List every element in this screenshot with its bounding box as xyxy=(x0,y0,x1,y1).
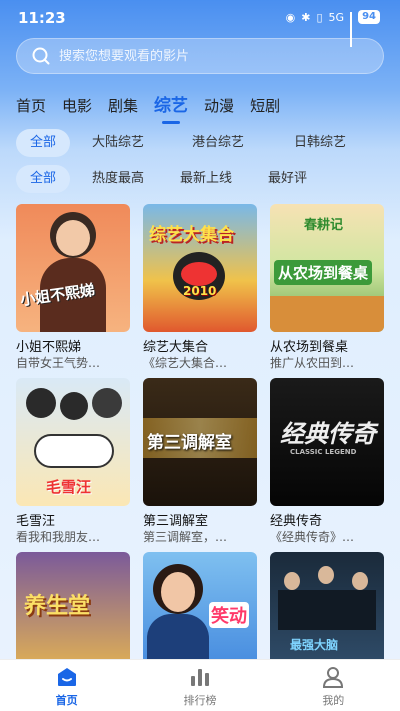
filter-region-mainland[interactable]: 大陆综艺 xyxy=(78,129,158,157)
poster-subtitle: 春耕记 xyxy=(304,218,344,233)
show-title: 综艺大集合 xyxy=(143,340,209,354)
home-icon xyxy=(57,668,76,686)
poster-subtitle: 2010 xyxy=(183,284,217,298)
nav-profile-label: 我的 xyxy=(322,694,345,707)
show-title: 小姐不熙娣 xyxy=(16,340,82,354)
filter-sort-hottest[interactable]: 热度最高 xyxy=(78,165,158,193)
show-card[interactable]: 最强大脑 xyxy=(270,552,384,659)
status-bar: 11:23 ◉ ✱ ▯ 5G 94 xyxy=(0,0,400,47)
filter-region-jp-kr[interactable]: 日韩综艺 xyxy=(280,129,360,157)
filter-sort-newest[interactable]: 最新上线 xyxy=(166,165,246,193)
profile-icon xyxy=(323,667,344,688)
search-bar[interactable] xyxy=(16,38,384,74)
tab-short-drama[interactable]: 短剧 xyxy=(250,94,280,118)
show-poster: 最强大脑 xyxy=(270,552,384,659)
poster-title: 第三调解室 xyxy=(147,433,232,453)
show-card[interactable]: 第三调解室 第三调解室 第三调解室，… xyxy=(143,378,257,545)
poster-subtitle: CLASSIC LEGEND xyxy=(290,448,357,456)
poster-title: 经典传奇 xyxy=(280,420,376,448)
filter-region-all[interactable]: 全部 xyxy=(16,129,71,157)
status-time: 11:23 xyxy=(18,9,66,27)
show-card[interactable]: 春耕记 从农场到餐桌 从农场到餐桌 推广从农田到… xyxy=(270,204,384,371)
search-icon xyxy=(32,47,50,65)
network-type: 5G xyxy=(328,10,345,24)
filter-sort-all[interactable]: 全部 xyxy=(16,165,71,193)
poster-title: 最强大脑 xyxy=(290,638,339,652)
show-card[interactable]: 笑动 xyxy=(143,552,257,659)
vibrate-icon: ▯ xyxy=(316,10,323,24)
poster-title: 综艺大集合 xyxy=(149,225,234,245)
signal-icon xyxy=(350,11,353,47)
tab-home[interactable]: 首页 xyxy=(16,94,46,118)
show-poster: 养生堂 xyxy=(16,552,130,659)
tab-movies[interactable]: 电影 xyxy=(62,94,92,118)
tab-variety[interactable]: 综艺 xyxy=(154,94,188,124)
nav-home-label: 首页 xyxy=(55,694,78,707)
show-desc: 自带女王气势… xyxy=(16,356,101,370)
show-card[interactable]: 养生堂 xyxy=(16,552,130,659)
show-title: 从农场到餐桌 xyxy=(270,340,349,354)
show-title: 毛雪汪 xyxy=(16,514,56,528)
battery-icon: 94 xyxy=(358,10,380,24)
sort-filter-row: 全部 热度最高 最新上线 最好评 xyxy=(16,165,386,193)
filter-sort-best-rated[interactable]: 最好评 xyxy=(254,165,321,193)
show-card[interactable]: 经典传奇 CLASSIC LEGEND 经典传奇 《经典传奇》… xyxy=(270,378,384,545)
show-desc: 看我和我朋友… xyxy=(16,530,101,544)
status-icons: ◉ ✱ ▯ 5G 94 xyxy=(285,10,380,47)
nav-profile[interactable]: 我的 xyxy=(267,660,400,711)
show-title: 经典传奇 xyxy=(270,514,323,528)
show-poster: 毛雪汪 xyxy=(16,378,130,506)
show-card[interactable]: 综艺大集合 2010 综艺大集合 《综艺大集合… xyxy=(143,204,257,371)
bottom-nav: 首页 排行榜 我的 xyxy=(0,659,400,711)
show-desc: 《经典传奇》… xyxy=(270,530,355,544)
filter-region-hk-tw[interactable]: 港台综艺 xyxy=(178,129,258,157)
nav-ranking-label: 排行榜 xyxy=(183,694,217,707)
show-poster: 笑动 xyxy=(143,552,257,659)
show-poster: 经典传奇 CLASSIC LEGEND xyxy=(270,378,384,506)
tab-series[interactable]: 剧集 xyxy=(108,94,138,118)
nfc-icon: ◉ xyxy=(285,10,296,24)
poster-title: 笑动 xyxy=(209,602,249,628)
show-desc: 第三调解室，… xyxy=(143,530,228,544)
show-desc: 《综艺大集合… xyxy=(143,356,228,370)
search-input[interactable] xyxy=(59,48,359,64)
nav-home[interactable]: 首页 xyxy=(0,660,133,711)
show-card[interactable]: 毛雪汪 毛雪汪 看我和我朋友… xyxy=(16,378,130,545)
bluetooth-icon: ✱ xyxy=(301,10,311,24)
show-poster: 第三调解室 xyxy=(143,378,257,506)
show-title: 第三调解室 xyxy=(143,514,209,528)
tab-anime[interactable]: 动漫 xyxy=(204,94,234,118)
show-poster: 小姐不熙娣 xyxy=(16,204,130,332)
poster-title: 毛雪汪 xyxy=(46,478,92,496)
ranking-icon xyxy=(190,669,209,686)
region-filter-row: 全部 大陆综艺 港台综艺 日韩综艺 xyxy=(16,129,386,157)
show-poster: 春耕记 从农场到餐桌 xyxy=(270,204,384,332)
show-desc: 推广从农田到… xyxy=(270,356,355,370)
nav-ranking[interactable]: 排行榜 xyxy=(133,660,266,711)
poster-title: 从农场到餐桌 xyxy=(274,260,373,285)
show-card[interactable]: 小姐不熙娣 小姐不熙娣 自带女王气势… xyxy=(16,204,130,371)
show-poster: 综艺大集合 2010 xyxy=(143,204,257,332)
category-tabs: 首页 电影 剧集 综艺 动漫 短剧 xyxy=(16,88,296,124)
poster-title: 养生堂 xyxy=(24,594,91,619)
